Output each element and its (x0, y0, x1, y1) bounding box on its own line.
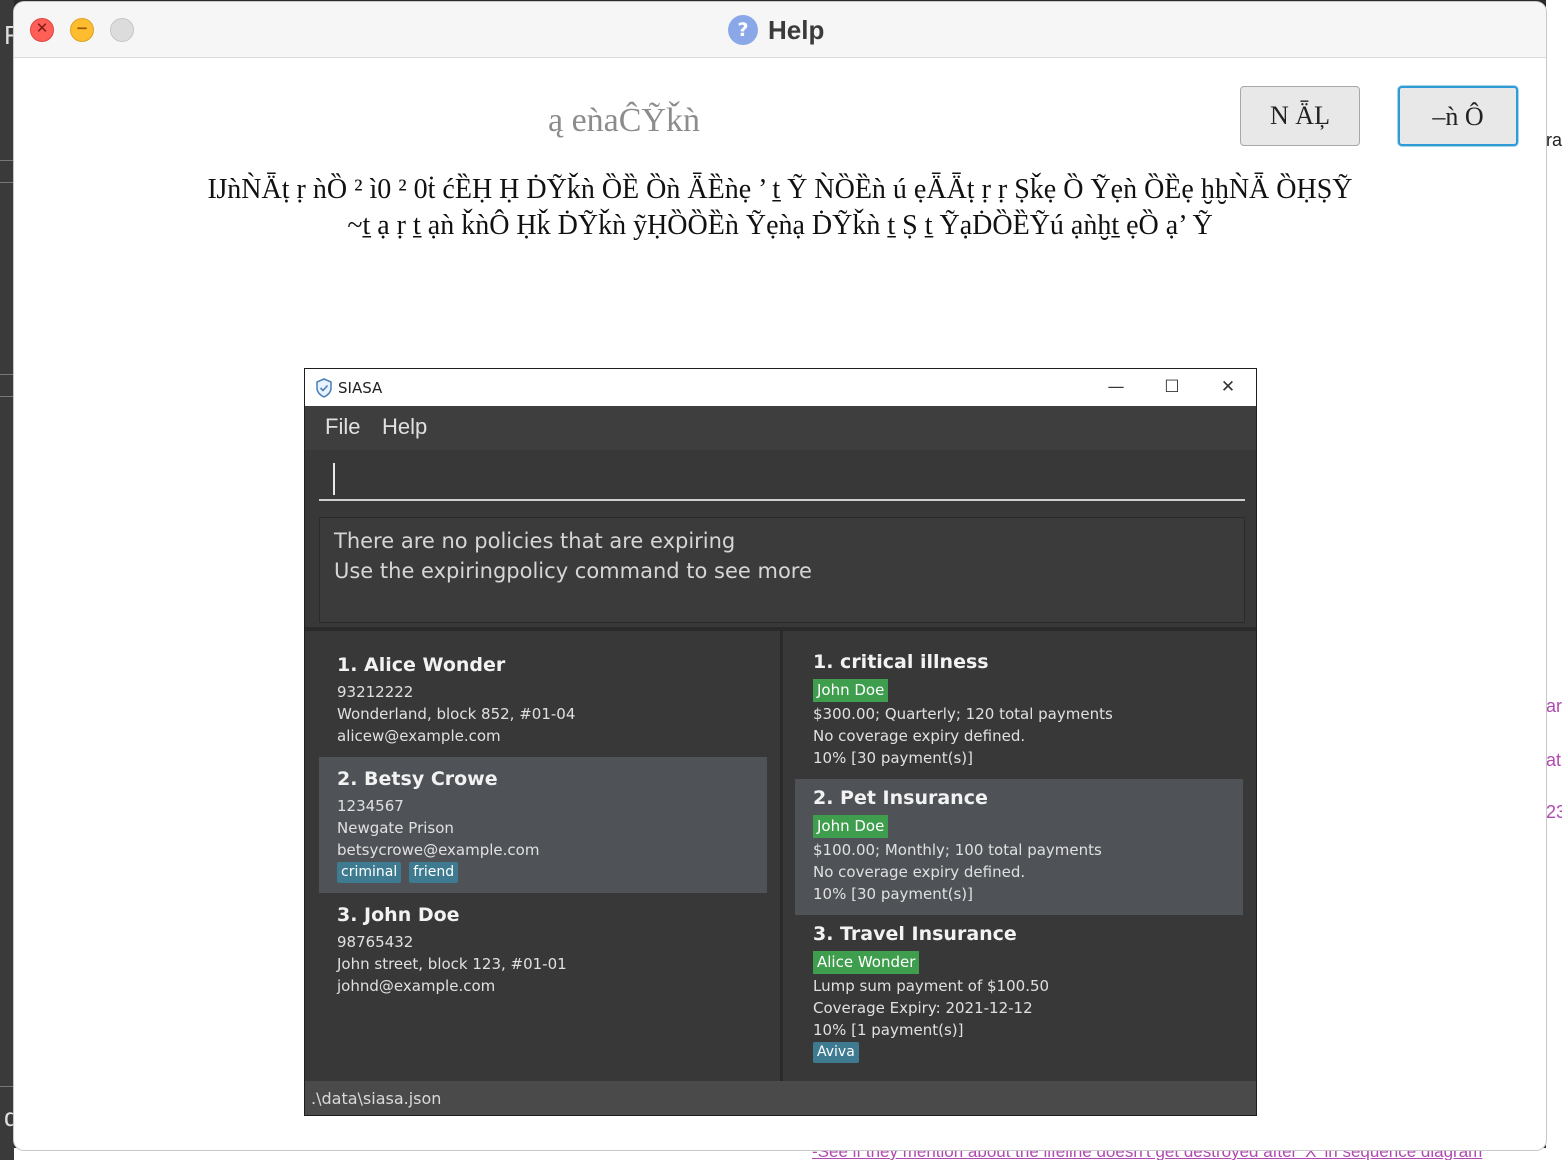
background-text: at (1546, 750, 1562, 770)
result-display: There are no policies that are expiring … (319, 517, 1245, 623)
policy-expiry: No coverage expiry defined. (813, 727, 1026, 745)
policy-payment: Lump sum payment of $100.50 (813, 977, 1050, 995)
person-phone: 98765432 (337, 933, 414, 951)
person-tag: criminal (337, 862, 402, 883)
tag-list: Aviva (813, 1042, 1225, 1063)
window-zoom-button[interactable] (110, 18, 134, 42)
background-divider (0, 160, 14, 161)
person-address: Newgate Prison (337, 819, 454, 837)
background-divider (0, 182, 14, 183)
help-titlebar: ✕ − ? Help (14, 2, 1546, 58)
background-divider (0, 396, 14, 397)
help-url-text: ą eǹaĈỸǩǹ (547, 102, 700, 139)
person-phone: 93212222 (337, 683, 414, 701)
siasa-menubar: File Help (305, 406, 1256, 450)
minimize-icon: − (75, 19, 89, 37)
help-message: ĲǹǸǞṭ ṛ ǹȌ ² ì0 ² 0ṫ ćȄḤ Ḥ ḊỸǩǹ ȌȄ Ȍǹ ǞȄ… (114, 172, 1446, 244)
policy-title: 3. Travel Insurance (813, 923, 1017, 945)
person-card[interactable]: 1. Alice Wonder 93212222 Wonderland, blo… (319, 643, 767, 757)
person-list: 1. Alice Wonder 93212222 Wonderland, blo… (319, 643, 767, 1007)
policy-expiry: Coverage Expiry: 2021-12-12 (813, 999, 1033, 1017)
background-app-left-edge (0, 0, 14, 1160)
window-close-button[interactable]: ✕ (30, 18, 54, 42)
menu-help[interactable]: Help (382, 414, 427, 440)
policy-title: 1. critical illness (813, 651, 989, 673)
policy-commission: 10% [30 payment(s)] (813, 885, 974, 903)
copy-url-button[interactable]: N ǞĻ (1240, 86, 1360, 146)
policy-owner: Alice Wonder (813, 951, 920, 974)
result-line: Use the expiringpolicy command to see mo… (334, 559, 812, 583)
help-message-line: ĲǹǸǞṭ ṛ ǹȌ ² ì0 ² 0ṫ ćȄḤ Ḥ ḊỸǩǹ ȌȄ Ȍǹ ǞȄ… (207, 174, 1353, 205)
command-input[interactable] (319, 453, 1245, 501)
question-icon: ? (728, 15, 758, 45)
policy-tag: Aviva (813, 1042, 859, 1063)
policy-expiry: No coverage expiry defined. (813, 863, 1026, 881)
person-address: Wonderland, block 852, #01-04 (337, 705, 576, 723)
policy-card[interactable]: 1. critical illness John Doe $300.00; Qu… (795, 643, 1243, 779)
policy-commission: 10% [1 payment(s)] (813, 1021, 964, 1039)
siasa-screenshot: SIASA — ☐ ✕ File Help There are no polic… (304, 368, 1257, 1116)
person-email: betsycrowe@example.com (337, 841, 540, 859)
policy-payment: $300.00; Quarterly; 120 total payments (813, 705, 1113, 723)
policy-list: 1. critical illness John Doe $300.00; Qu… (795, 643, 1243, 1073)
person-address: John street, block 123, #01-01 (337, 955, 567, 973)
siasa-titlebar: SIASA — ☐ ✕ (305, 369, 1256, 406)
policy-payment: $100.00; Monthly; 100 total payments (813, 841, 1102, 859)
person-email: alicew@example.com (337, 727, 501, 745)
background-divider (0, 1086, 14, 1087)
shield-icon (316, 378, 332, 398)
help-window: ✕ − ? Help ą eǹaĈỸǩǹ N ǞĻ –ǹ Ô ĲǹǸǞṭ ṛ ǹ… (14, 2, 1546, 1150)
maximize-icon[interactable]: ☐ (1157, 373, 1187, 401)
background-text: ra (1546, 130, 1562, 150)
person-name: 1. Alice Wonder (337, 654, 506, 676)
result-line: There are no policies that are expiring (334, 529, 736, 553)
policy-owner: John Doe (813, 679, 889, 702)
person-email: johnd@example.com (337, 977, 496, 995)
policy-card[interactable]: 2. Pet Insurance John Doe $100.00; Month… (795, 779, 1243, 915)
person-name: 3. John Doe (337, 904, 460, 926)
divider (780, 631, 783, 1081)
status-bar-filepath: .\data\siasa.json (305, 1081, 1256, 1115)
person-tag: friend (409, 862, 459, 883)
close-help-button[interactable]: –ǹ Ô (1398, 86, 1518, 146)
person-phone: 1234567 (337, 797, 404, 815)
close-icon[interactable]: ✕ (1213, 373, 1243, 401)
policy-owner: John Doe (813, 815, 889, 838)
window-title: Help (768, 14, 825, 45)
siasa-window-title: SIASA (338, 379, 383, 397)
background-text: 23 (1546, 802, 1562, 822)
text-cursor (333, 463, 335, 495)
minimize-icon[interactable]: — (1101, 373, 1131, 401)
policy-commission: 10% [30 payment(s)] (813, 749, 974, 767)
window-minimize-button[interactable]: − (70, 18, 94, 42)
menu-file[interactable]: File (325, 414, 360, 440)
tag-list: criminal friend (337, 862, 749, 883)
close-icon: ✕ (35, 19, 49, 37)
person-card[interactable]: 2. Betsy Crowe 1234567 Newgate Prison be… (319, 757, 767, 893)
background-text: are (1546, 696, 1562, 716)
help-message-line: ~ṯ ạ ṛ ṯ ạǹ ǩǹÔ Ḥǩ ḊỸǩǹ ỹḤȌȌȄǹ Ỹẹǹạ ḊỸǩǹ… (347, 210, 1213, 241)
person-card[interactable]: 3. John Doe 98765432 John street, block … (319, 893, 767, 1007)
person-name: 2. Betsy Crowe (337, 768, 498, 790)
policy-card[interactable]: 3. Travel Insurance Alice Wonder Lump su… (795, 915, 1243, 1073)
background-divider (0, 374, 14, 375)
background-app-right-edge: ra are at 23 (1546, 0, 1562, 1160)
policy-title: 2. Pet Insurance (813, 787, 988, 809)
help-title-group: ? Help (728, 14, 824, 46)
